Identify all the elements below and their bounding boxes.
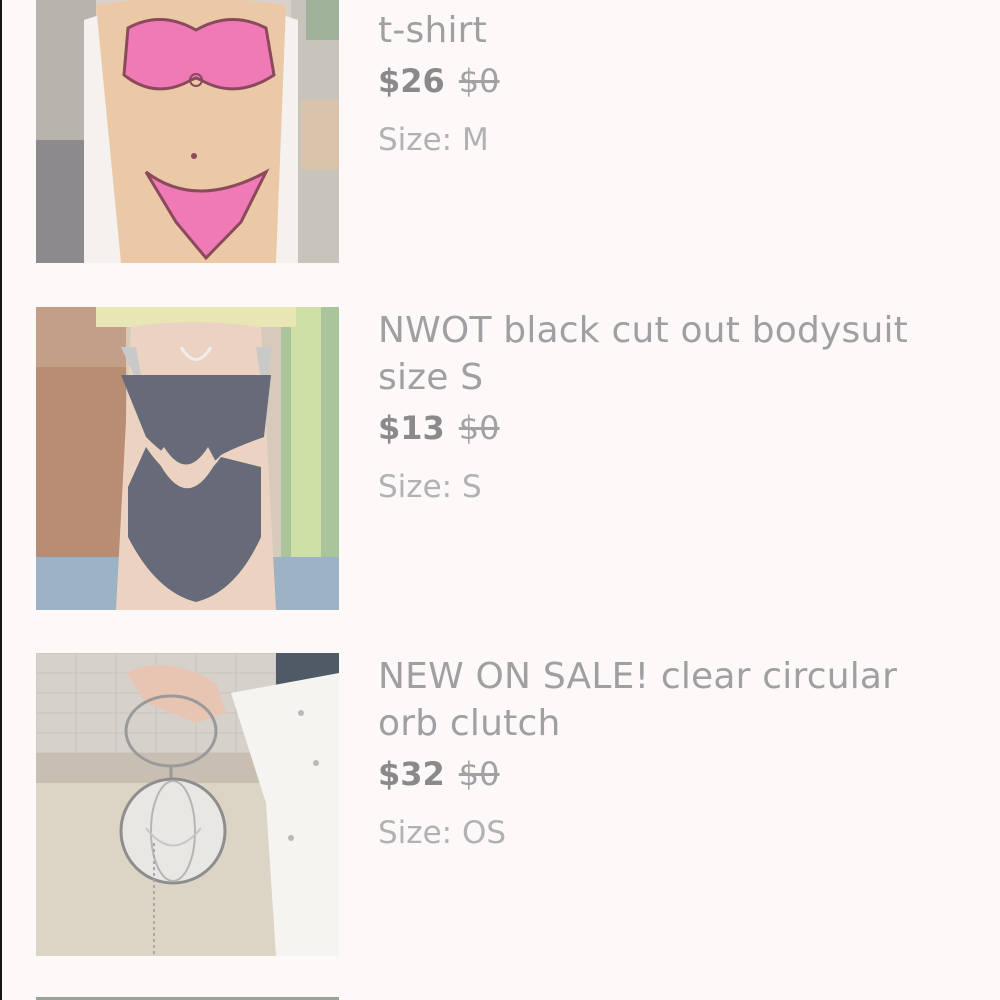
listing-title[interactable]: NWOT black cut out bodysuit size S bbox=[378, 307, 968, 401]
listing-feed: t-shirt $26 $0 Size: M NWOT black cut ou… bbox=[0, 0, 1000, 1000]
title-line: orb clutch bbox=[378, 703, 561, 744]
size-row: Size: M bbox=[378, 120, 968, 160]
price-row: $13 $0 bbox=[378, 403, 968, 453]
listing-image-bodysuit[interactable] bbox=[36, 307, 339, 610]
size-value: S bbox=[461, 469, 482, 505]
title-line: size S bbox=[378, 357, 484, 398]
size-label: Size: bbox=[378, 122, 453, 158]
price-row: $26 $0 bbox=[378, 56, 968, 106]
price-row: $32 $0 bbox=[378, 749, 968, 799]
listing-info: NWOT black cut out bodysuit size S $13 $0… bbox=[378, 307, 968, 507]
listing-card[interactable]: NEW ON SALE! clear circular orb clutch $… bbox=[36, 653, 976, 957]
title-line: t-shirt bbox=[378, 10, 487, 51]
listing-image-tshirt[interactable] bbox=[36, 0, 339, 263]
price: $32 bbox=[378, 755, 445, 793]
size-value: OS bbox=[461, 815, 507, 851]
left-edge-divider bbox=[0, 0, 2, 1000]
listing-card[interactable]: t-shirt $26 $0 Size: M bbox=[36, 0, 976, 264]
size-row: Size: S bbox=[378, 467, 968, 507]
listing-title[interactable]: NEW ON SALE! clear circular orb clutch bbox=[378, 653, 968, 747]
original-price: $0 bbox=[458, 755, 500, 793]
listing-card[interactable]: NWOT black cut out bodysuit size S $13 $0… bbox=[36, 307, 976, 611]
size-value: M bbox=[461, 122, 489, 158]
price: $26 bbox=[378, 62, 445, 100]
price: $13 bbox=[378, 409, 445, 447]
listing-info: t-shirt $26 $0 Size: M bbox=[378, 0, 968, 160]
title-line: NEW ON SALE! clear circular bbox=[378, 656, 898, 697]
listing-info: NEW ON SALE! clear circular orb clutch $… bbox=[378, 653, 968, 853]
size-row: Size: OS bbox=[378, 813, 968, 853]
listing-title[interactable]: t-shirt bbox=[378, 0, 968, 54]
size-label: Size: bbox=[378, 815, 453, 851]
original-price: $0 bbox=[458, 62, 500, 100]
title-line-hidden bbox=[378, 0, 968, 7]
size-label: Size: bbox=[378, 469, 453, 505]
title-line: NWOT black cut out bodysuit bbox=[378, 310, 908, 351]
listing-image-clutch[interactable] bbox=[36, 653, 339, 956]
original-price: $0 bbox=[458, 409, 500, 447]
